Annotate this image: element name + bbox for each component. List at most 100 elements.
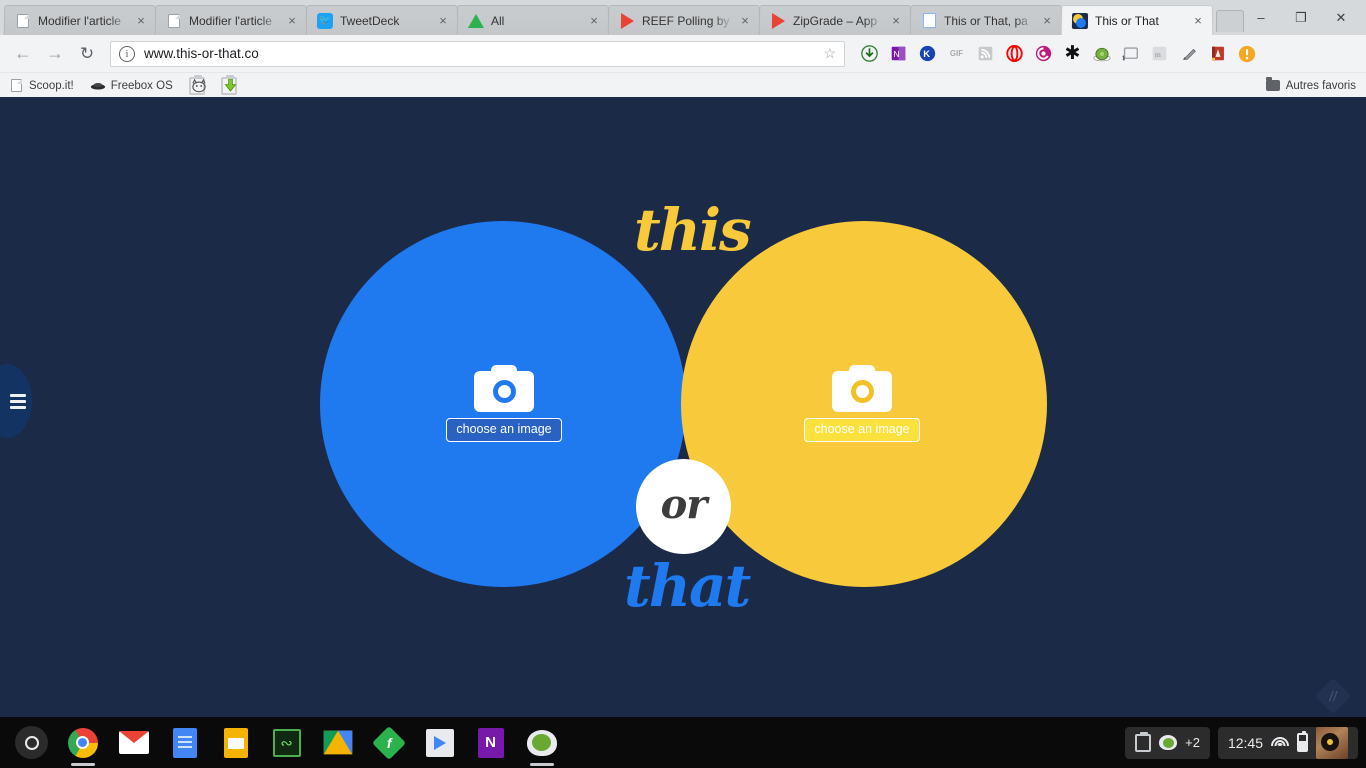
pocket-icon[interactable] — [1029, 39, 1058, 68]
bookmark-telechargeur-youtube[interactable]: Téléchargeur YouTube — [220, 74, 239, 95]
freebox-icon — [90, 78, 106, 94]
opera-icon[interactable] — [1000, 39, 1029, 68]
browser-tab-7-active[interactable]: This or That × — [1060, 5, 1214, 36]
site-info-icon[interactable]: i — [119, 45, 135, 62]
shelf-item-chrome[interactable] — [57, 717, 108, 768]
svg-text:m: m — [1155, 50, 1161, 59]
shelf-item-notes[interactable]: ∾ — [261, 717, 312, 768]
tray-status-pill[interactable]: +2 — [1125, 726, 1210, 759]
shelf-item-gmail[interactable] — [108, 717, 159, 768]
shelf-item-google-drive[interactable] — [312, 717, 363, 768]
shelf-item-feedly[interactable]: f — [363, 717, 414, 768]
tab-close-button[interactable]: × — [435, 13, 451, 29]
system-tray: +2 12:45 — [1125, 717, 1358, 768]
star-icon[interactable]: ✱ — [1058, 39, 1087, 68]
download-green-icon — [223, 78, 239, 94]
cast-icon[interactable] — [1116, 39, 1145, 68]
google-play-icon — [770, 12, 786, 29]
bookmark-freebox[interactable]: Freebox OS — [90, 78, 173, 94]
browser-tab-2[interactable]: 🐦 TweetDeck × — [305, 5, 459, 36]
download-icon[interactable] — [855, 39, 884, 68]
kami-icon[interactable]: K — [913, 39, 942, 68]
docs-icon — [172, 727, 197, 758]
chromeos-shelf: ∾ f N +2 12:45 — [0, 717, 1366, 768]
book-icon[interactable] — [1203, 39, 1232, 68]
onenote-icon: N — [477, 727, 504, 758]
choose-image-button-left[interactable]: choose an image — [446, 418, 562, 442]
overflow-count: +2 — [1185, 735, 1200, 750]
launcher-icon — [15, 726, 48, 759]
cat-icon — [191, 78, 207, 94]
pen-icon[interactable] — [1174, 39, 1203, 68]
browser-tab-0[interactable]: Modifier l'article × — [3, 5, 157, 36]
right-image-chooser[interactable]: choose an image — [802, 365, 922, 442]
svg-text:K: K — [923, 49, 930, 59]
svg-text:N: N — [893, 49, 899, 59]
other-bookmarks-label: Autres favoris — [1285, 79, 1356, 92]
metric-icon[interactable]: m — [1145, 39, 1174, 68]
bookmarks-bar: Scoop.it! Freebox OS Cyberhistoiregeo.fr… — [0, 73, 1366, 99]
feedly-icon — [467, 13, 485, 29]
label-that: that — [624, 552, 751, 620]
gmail-icon — [118, 731, 149, 754]
address-bar[interactable]: i www.this-or-that.co ☆ — [110, 40, 845, 67]
rss-icon[interactable] — [971, 39, 1000, 68]
gif-icon[interactable]: GIF — [942, 39, 971, 68]
maximize-button[interactable]: ❐ — [1282, 3, 1320, 33]
avatar[interactable] — [1316, 726, 1348, 759]
alert-icon[interactable] — [1232, 39, 1261, 68]
bookmark-cyberhistoiregeo[interactable]: Cyberhistoiregeo.fr : r — [188, 74, 207, 95]
tab-title: This or That, pa — [943, 13, 1028, 28]
url-text: www.this-or-that.co — [144, 46, 259, 61]
new-tab-button[interactable] — [1216, 10, 1244, 32]
hamburger-menu-icon — [10, 391, 26, 412]
shelf-item-google-slides[interactable] — [210, 717, 261, 768]
shelf-item-launcher[interactable] — [6, 717, 57, 768]
bookmark-label: Scoop.it! — [29, 79, 74, 92]
tab-title: Modifier l'article — [188, 13, 273, 28]
google-play-icon — [619, 12, 635, 29]
camera-icon — [832, 365, 892, 412]
window-controls: – ❐ ✕ — [1242, 0, 1366, 35]
browser-tab-6[interactable]: This or That, pa × — [909, 5, 1063, 36]
other-bookmarks-folder[interactable]: Autres favoris — [1265, 77, 1356, 92]
tab-close-button[interactable]: × — [737, 13, 753, 29]
shelf-app-list: ∾ f N — [0, 717, 567, 768]
onenote-icon[interactable]: N — [884, 39, 913, 68]
clipboard-icon — [1135, 731, 1152, 752]
browser-tab-3[interactable]: All × — [456, 5, 610, 36]
turtle-icon[interactable] — [1087, 39, 1116, 68]
slides-icon — [223, 727, 248, 758]
tab-title: REEF Polling by — [641, 13, 730, 28]
tab-close-button[interactable]: × — [586, 13, 602, 29]
tab-close-button[interactable]: × — [888, 13, 904, 29]
shelf-item-onenote[interactable]: N — [465, 717, 516, 768]
back-icon[interactable]: ← — [8, 39, 38, 69]
browser-tab-5[interactable]: ZipGrade – App × — [758, 5, 912, 36]
reload-icon[interactable]: ↻ — [72, 39, 102, 69]
shelf-item-play-store[interactable] — [414, 717, 465, 768]
tab-close-button[interactable]: × — [1039, 13, 1055, 29]
bookmark-label: Freebox OS — [110, 79, 173, 92]
tab-title: ZipGrade – App — [792, 13, 878, 28]
turtle-icon — [526, 729, 557, 756]
shelf-item-google-docs[interactable] — [159, 717, 210, 768]
browser-tab-1[interactable]: Modifier l'article × — [154, 5, 308, 36]
tray-system-pill[interactable]: 12:45 — [1217, 726, 1358, 759]
battery-icon — [1297, 731, 1308, 752]
browser-tab-4[interactable]: REEF Polling by × — [607, 5, 761, 36]
close-window-button[interactable]: ✕ — [1322, 3, 1360, 33]
tab-close-button[interactable]: × — [284, 13, 300, 29]
minimize-button[interactable]: – — [1242, 3, 1280, 33]
left-image-chooser[interactable]: choose an image — [444, 365, 564, 442]
choose-image-button-right[interactable]: choose an image — [804, 418, 920, 442]
shelf-item-turtle-app[interactable] — [516, 717, 567, 768]
forward-icon[interactable]: → — [40, 39, 70, 69]
tab-close-button[interactable]: × — [133, 13, 149, 29]
bookmark-star-icon[interactable]: ☆ — [823, 45, 836, 62]
page-content: this that or choose an image choose an i… — [0, 97, 1366, 717]
bookmark-scoopit[interactable]: Scoop.it! — [8, 78, 74, 94]
tab-close-button[interactable]: × — [1190, 13, 1206, 29]
chrome-icon — [67, 727, 98, 758]
side-menu-tab[interactable] — [0, 364, 32, 438]
